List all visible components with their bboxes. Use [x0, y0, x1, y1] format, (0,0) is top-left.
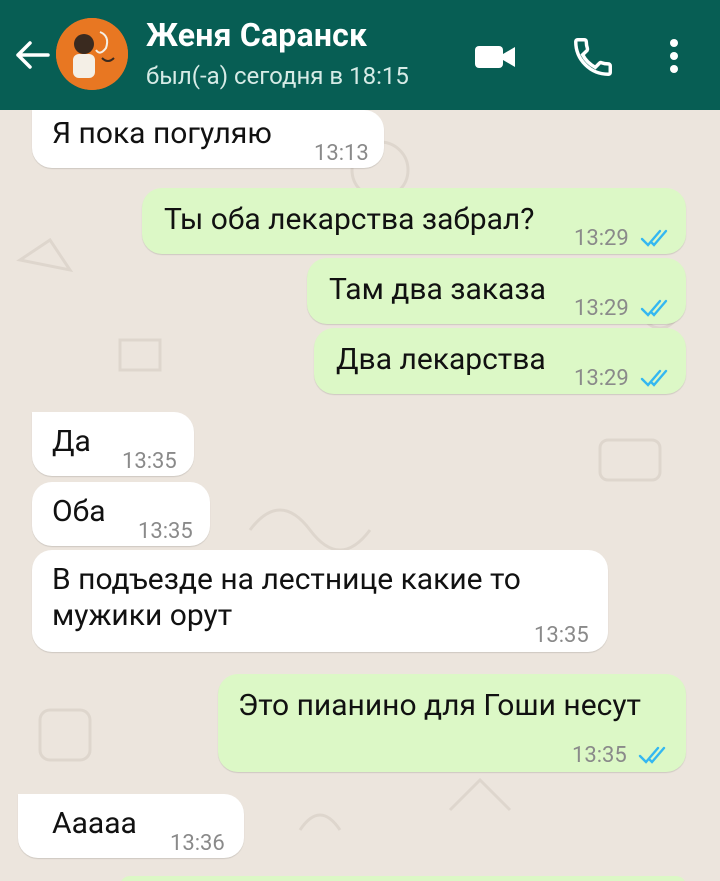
- message-bubble-outgoing[interactable]: Два лекарства 13:29: [314, 328, 686, 394]
- chat-area[interactable]: Я пока погуляю 13:13 Ты оба лекарства за…: [0, 110, 720, 881]
- more-options-button[interactable]: [654, 34, 694, 80]
- contact-name[interactable]: Женя Саранск: [146, 16, 367, 54]
- video-call-button[interactable]: [472, 34, 518, 80]
- message-bubble-outgoing-partial[interactable]: [120, 876, 686, 881]
- message-text: Ты оба лекарства забрал?: [164, 202, 535, 237]
- back-arrow-icon: [16, 41, 50, 69]
- message-bubble-incoming[interactable]: Я пока погуляю 13:13: [32, 110, 384, 168]
- video-call-icon: [475, 46, 515, 68]
- message-text-line: мужики орут: [52, 598, 233, 633]
- message-bubble-outgoing[interactable]: Это пианино для Гоши несут 13:35: [218, 674, 686, 772]
- message-meta: 13:29: [574, 291, 672, 327]
- chat-header: Женя Саранск был(-а) сегодня в 18:15: [0, 0, 720, 110]
- back-button[interactable]: [12, 38, 52, 72]
- message-bubble-outgoing[interactable]: Там два заказа 13:29: [307, 258, 686, 324]
- message-time: 13:29: [574, 296, 629, 321]
- phone-call-icon: [574, 38, 612, 76]
- message-time: 13:35: [138, 519, 193, 544]
- message-bubble-incoming[interactable]: В подъезде на лестнице какие то мужики о…: [32, 550, 608, 652]
- message-text: Это пианино для Гоши несут: [238, 688, 641, 723]
- voice-call-button[interactable]: [570, 34, 616, 80]
- avatar-image: [56, 18, 128, 90]
- message-bubble-incoming[interactable]: Ааааа 13:36: [18, 794, 244, 858]
- message-meta: 13:29: [574, 221, 672, 257]
- message-text: Там два заказа: [329, 272, 546, 307]
- message-meta: 13:29: [574, 361, 672, 397]
- double-check-icon: [641, 369, 668, 387]
- double-check-icon: [639, 746, 666, 764]
- message-text: Я пока погуляю: [52, 116, 272, 151]
- message-text: Оба: [52, 494, 106, 529]
- message-meta: 13:35: [572, 738, 670, 774]
- message-time: 13:35: [122, 449, 177, 474]
- message-text: Да: [52, 424, 91, 459]
- message-time: 13:35: [534, 623, 589, 648]
- message-bubble-incoming[interactable]: Да 13:35: [32, 412, 194, 476]
- message-time: 13:13: [314, 141, 369, 166]
- message-time: 13:29: [574, 366, 629, 391]
- message-time: 13:29: [574, 226, 629, 251]
- double-check-icon: [641, 299, 668, 317]
- message-bubble-outgoing[interactable]: Ты оба лекарства забрал? 13:29: [142, 188, 686, 254]
- message-time: 13:35: [572, 743, 627, 768]
- double-check-icon: [641, 229, 668, 247]
- message-bubble-incoming[interactable]: Оба 13:35: [32, 482, 210, 546]
- contact-avatar[interactable]: [56, 18, 128, 90]
- message-text: Два лекарства: [336, 342, 546, 377]
- message-time: 13:36: [170, 831, 225, 856]
- more-options-icon: [670, 39, 678, 73]
- last-seen-status: был(-а) сегодня в 18:15: [146, 62, 409, 90]
- message-text: Ааааа: [52, 806, 137, 841]
- message-text-line: В подъезде на лестнице какие то: [52, 562, 521, 597]
